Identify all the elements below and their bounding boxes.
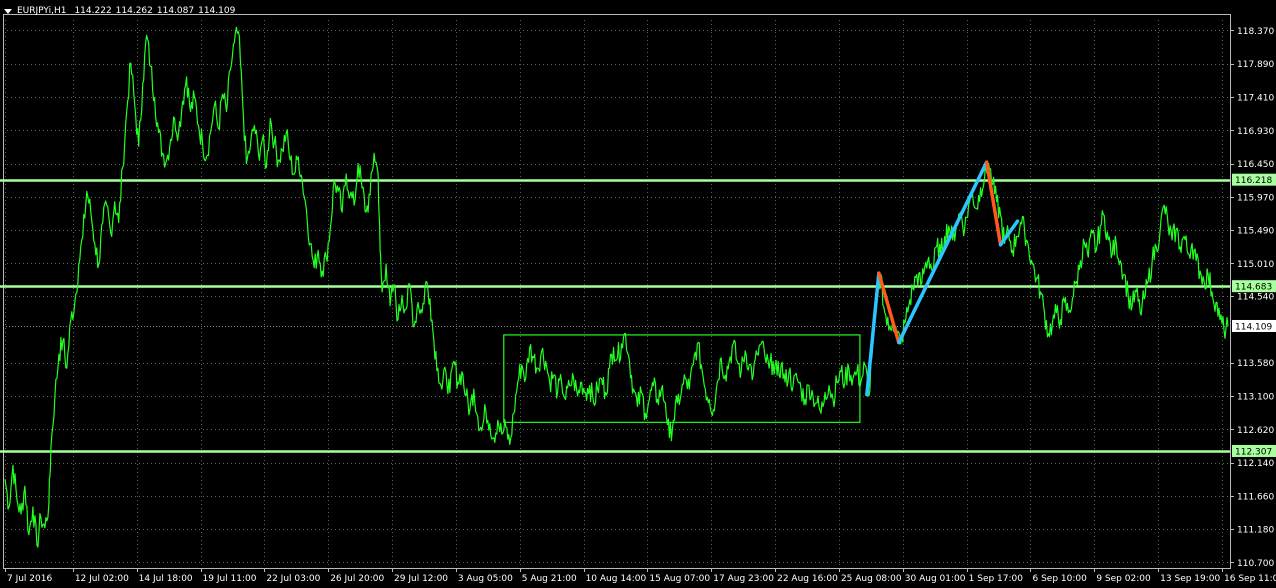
x-axis-tick-label: 12 Jul 02:00 bbox=[75, 574, 129, 584]
x-axis-tick-label: 15 Aug 07:00 bbox=[649, 574, 710, 584]
x-axis-tick-label: 22 Aug 16:00 bbox=[777, 574, 838, 584]
dropdown-triangle-icon[interactable] bbox=[4, 8, 12, 14]
ohlc-open: 114.222 bbox=[74, 6, 112, 16]
y-axis-tick-label: 110.700 bbox=[1237, 559, 1274, 569]
x-axis-tick-label: 19 Jul 11:00 bbox=[203, 574, 257, 584]
ohlc-close: 114.109 bbox=[198, 6, 236, 16]
y-axis-tick-label: 117.890 bbox=[1237, 60, 1274, 70]
y-axis-tick-label: 114.540 bbox=[1237, 293, 1274, 303]
symbol-timeframe: EURJPYi,H1 bbox=[17, 6, 67, 16]
y-axis-tick-label: 112.620 bbox=[1237, 426, 1274, 436]
price-chart[interactable]: 118.370 117.890 117.410 116.930 116.450 115.9… bbox=[0, 0, 1276, 588]
level-price-label: 112.307 bbox=[1235, 447, 1272, 457]
current-price-label: 114.109 bbox=[1235, 322, 1272, 332]
x-axis-tick-label: 9 Sep 02:00 bbox=[1096, 574, 1151, 584]
x-axis-tick-label: 14 Jul 18:00 bbox=[139, 574, 193, 584]
x-axis-tick-label: 16 Sep 11:00 bbox=[1224, 574, 1276, 584]
price-chart-window[interactable]: 118.370 117.890 117.410 116.930 116.450 115.9… bbox=[0, 0, 1276, 588]
level-price-label: 114.683 bbox=[1235, 283, 1272, 293]
y-axis-tick-label: 115.010 bbox=[1237, 260, 1274, 270]
y-axis-tick-label: 111.660 bbox=[1237, 492, 1274, 502]
y-axis-tick-label: 116.930 bbox=[1237, 127, 1274, 137]
x-axis-tick-label: 10 Aug 14:00 bbox=[586, 574, 647, 584]
ohlc-high: 114.262 bbox=[115, 6, 153, 16]
x-axis-tick-label: 7 Jul 2016 bbox=[7, 574, 52, 584]
x-axis-tick-label: 13 Sep 19:00 bbox=[1160, 574, 1220, 584]
y-axis-tick-label: 113.580 bbox=[1237, 359, 1274, 369]
y-axis-tick-label: 116.450 bbox=[1237, 160, 1274, 170]
x-axis-tick-label: 3 Aug 05:00 bbox=[458, 574, 513, 584]
x-axis-tick-label: 30 Aug 01:00 bbox=[905, 574, 966, 584]
ohlc-low: 114.087 bbox=[156, 6, 195, 16]
x-axis-tick-label: 26 Jul 20:00 bbox=[330, 574, 384, 584]
level-price-label: 116.218 bbox=[1235, 176, 1272, 186]
x-axis-tick-label: 6 Sep 10:00 bbox=[1032, 574, 1087, 584]
x-axis-tick-label: 1 Sep 17:00 bbox=[969, 574, 1024, 584]
y-axis-tick-label: 118.370 bbox=[1237, 27, 1274, 37]
x-axis-tick-label: 29 Jul 12:00 bbox=[394, 574, 448, 584]
x-axis-tick-label: 5 Aug 21:00 bbox=[522, 574, 577, 584]
chart-background bbox=[0, 0, 1276, 588]
y-axis-tick-label: 115.970 bbox=[1237, 193, 1274, 203]
chart-header: EURJPYi,H1 114.222 114.262 114.087 114.1… bbox=[4, 3, 239, 19]
y-axis-tick-label: 115.490 bbox=[1237, 227, 1274, 237]
y-axis-tick-label: 113.100 bbox=[1237, 392, 1274, 402]
x-axis-tick-label: 22 Jul 03:00 bbox=[266, 574, 320, 584]
x-axis-tick-label: 17 Aug 23:00 bbox=[713, 574, 774, 584]
x-axis-tick-label: 25 Aug 08:00 bbox=[841, 574, 902, 584]
y-axis-tick-label: 111.180 bbox=[1237, 526, 1274, 536]
y-axis-tick-label: 117.410 bbox=[1237, 93, 1274, 103]
y-axis-tick-label: 112.140 bbox=[1237, 459, 1274, 469]
